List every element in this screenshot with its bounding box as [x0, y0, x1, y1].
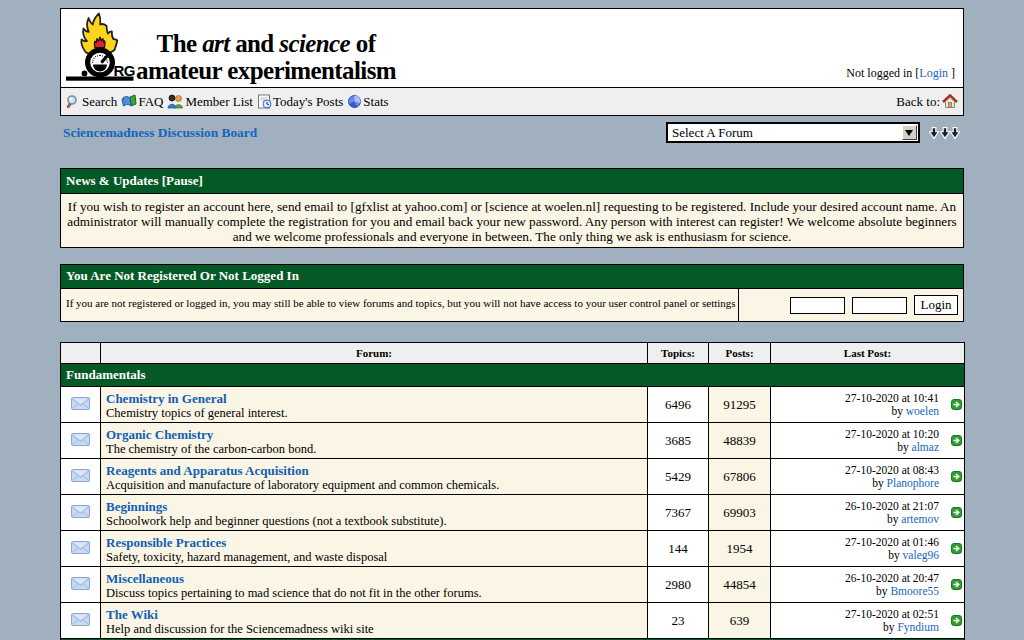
svg-text:RG: RG — [114, 62, 136, 79]
